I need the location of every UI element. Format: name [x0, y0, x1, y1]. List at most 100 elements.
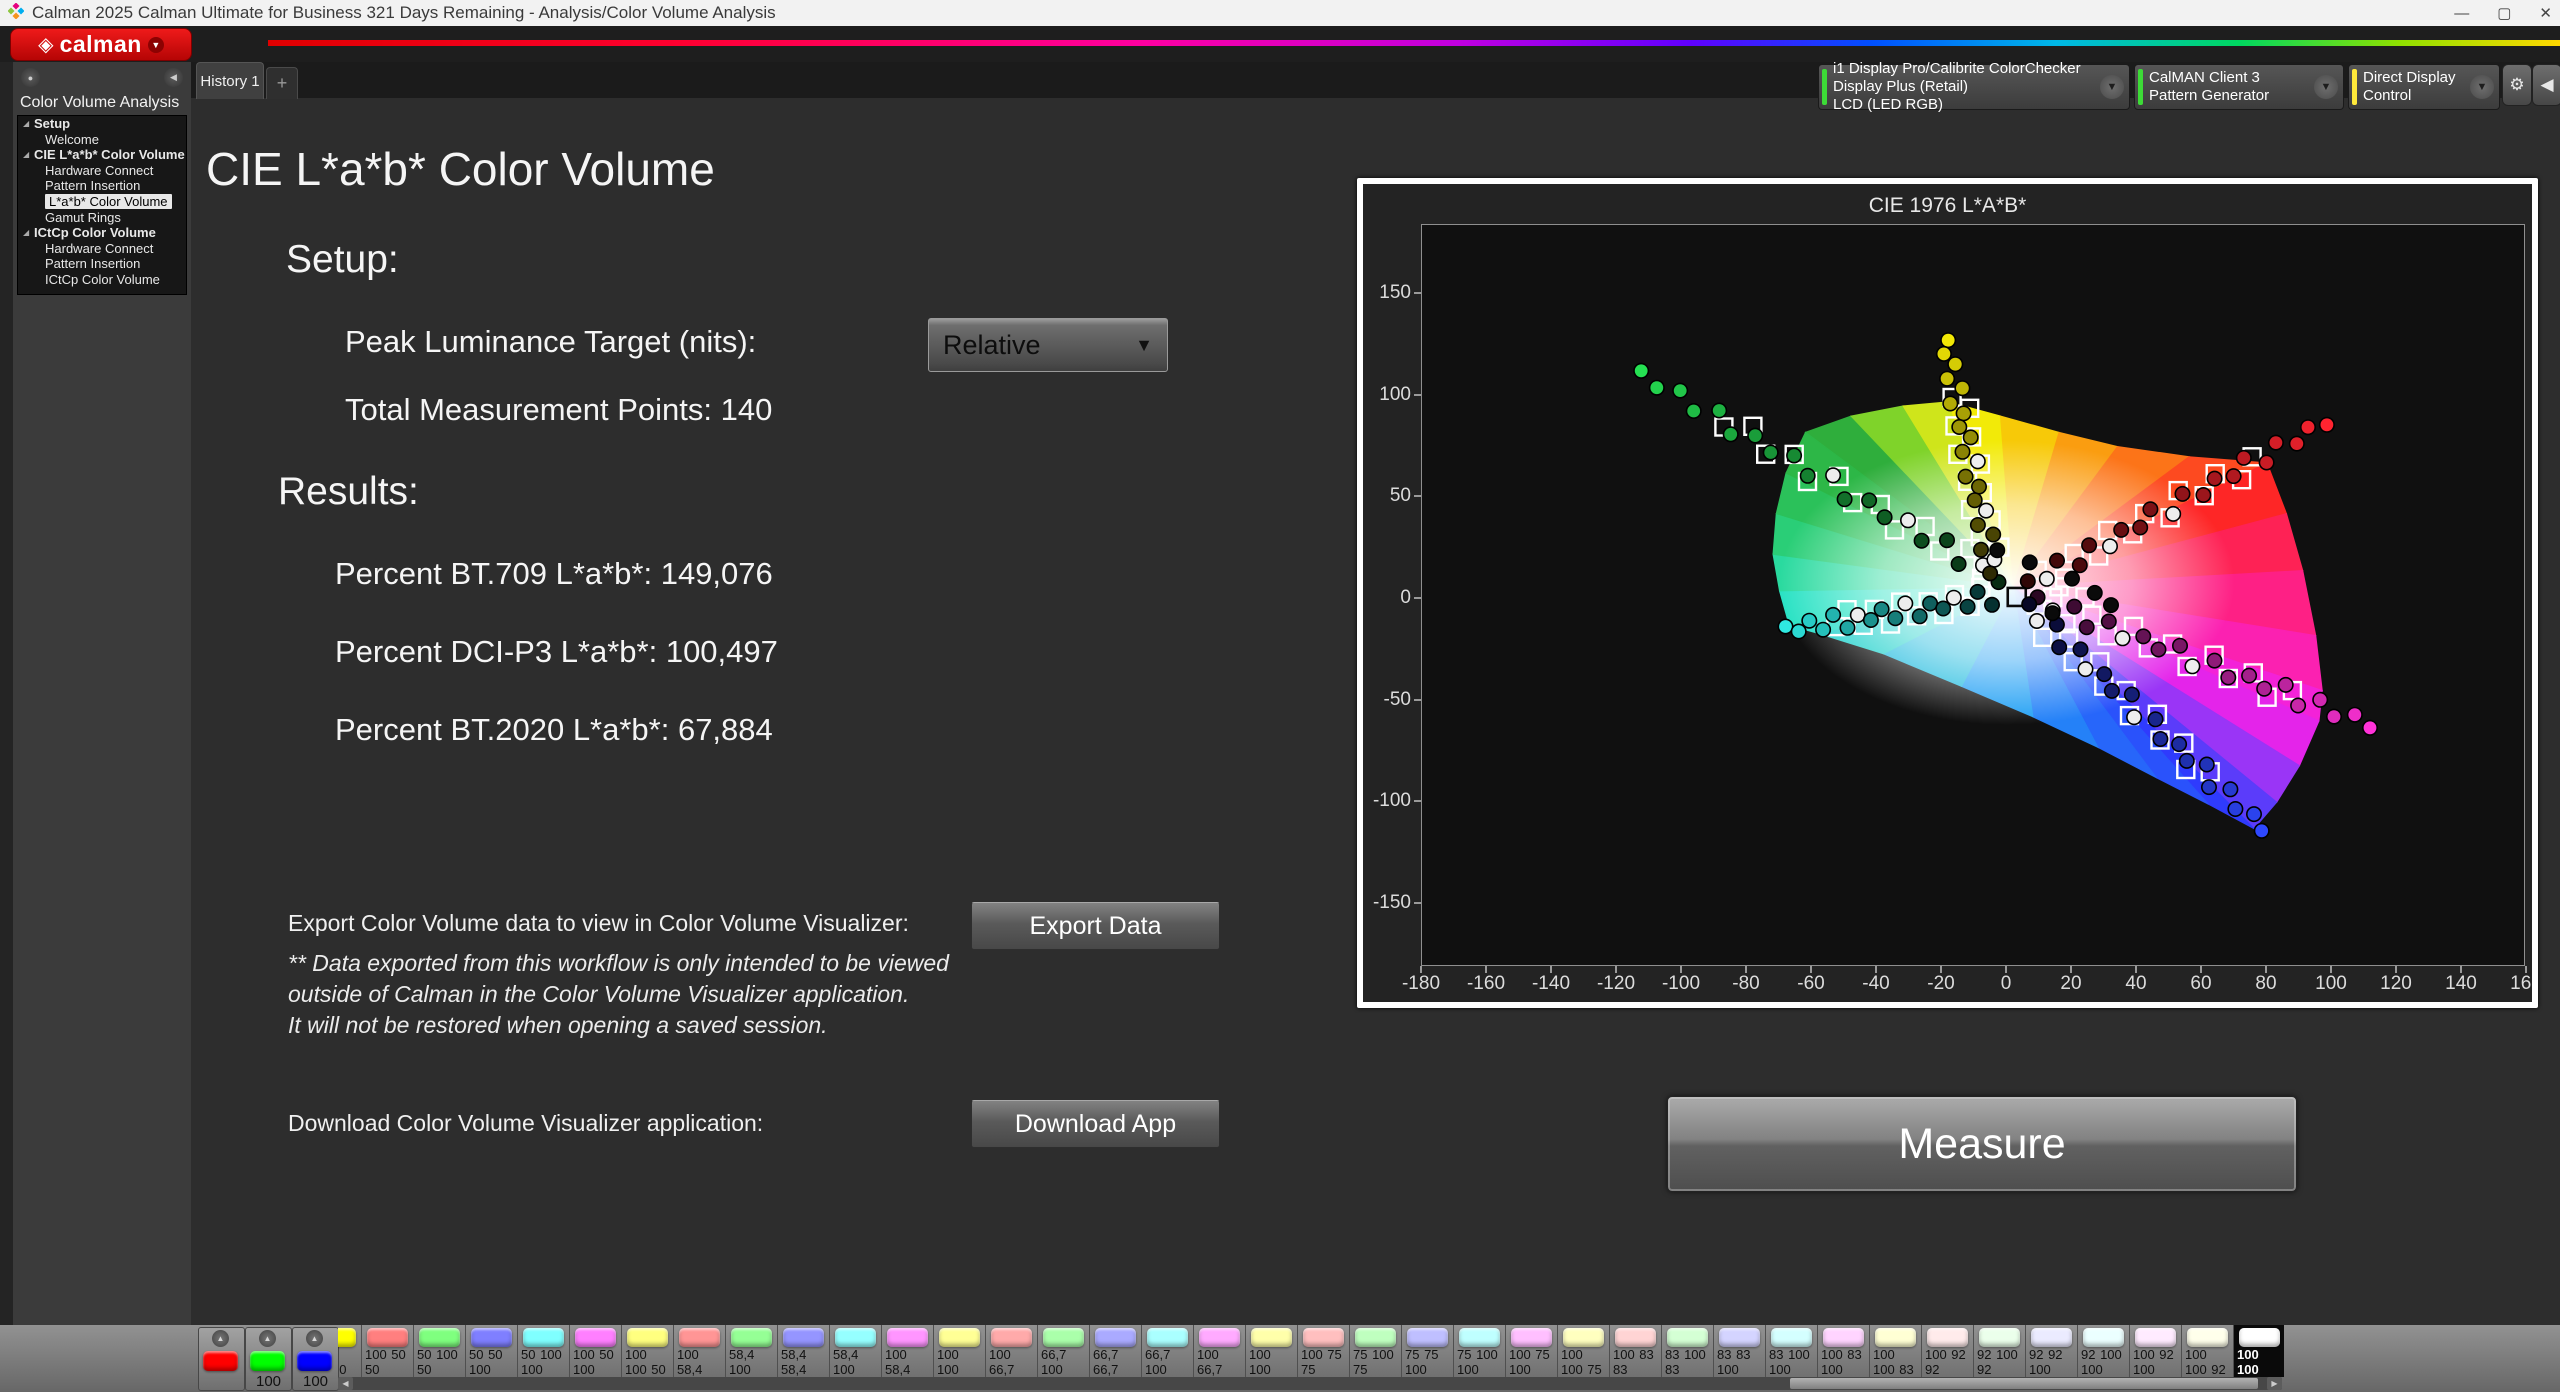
pattern-swatch[interactable]: 100 66,7 66,7: [986, 1325, 1038, 1377]
tab-history-1[interactable]: History 1: [196, 62, 264, 99]
results-heading: Results:: [278, 470, 419, 514]
pattern-swatch-label: 58,4 58,4 100: [781, 1348, 828, 1377]
tree-expander-icon[interactable]: ◢: [23, 225, 29, 241]
swatch-up-icon[interactable]: ▲: [259, 1330, 276, 1347]
pattern-swatch-label: 50 50 100: [469, 1348, 516, 1377]
pattern-swatch-label: 66,7 100 100: [1145, 1348, 1192, 1377]
sidebar-item-label: ICtCp Color Volume: [34, 225, 156, 240]
pattern-swatch[interactable]: 66,7 100 100: [1142, 1325, 1194, 1377]
sidebar-item-pattern-insertion[interactable]: Pattern Insertion: [18, 256, 186, 272]
display-status-indicator: [2352, 69, 2357, 105]
pattern-swatch-label: 83 83 100: [1717, 1348, 1764, 1377]
pattern-swatch[interactable]: 66,7 100 66,7: [1038, 1325, 1090, 1377]
pattern-swatch-label: 100 66,7 66,7: [989, 1348, 1036, 1377]
sidebar-item-welcome[interactable]: Welcome: [18, 132, 186, 148]
pattern-swatch[interactable]: 58,4 100 100: [830, 1325, 882, 1377]
pattern-swatch[interactable]: 50 50 100: [466, 1325, 518, 1377]
pattern-swatch[interactable]: 100 100 83: [1870, 1325, 1922, 1377]
peak-luminance-dropdown[interactable]: Relative ▼: [928, 318, 1168, 372]
page-title: CIE L*a*b* Color Volume: [206, 142, 715, 196]
export-data-button[interactable]: Export Data: [971, 902, 1220, 950]
close-icon[interactable]: ✕: [2539, 4, 2552, 22]
download-app-button[interactable]: Download App: [971, 1100, 1220, 1148]
pattern-swatch[interactable]: 100 83 100: [1818, 1325, 1870, 1377]
meter-status-indicator: [1822, 69, 1827, 105]
pattern-swatch[interactable]: 92 100 100: [2078, 1325, 2130, 1377]
pattern-swatch[interactable]: 100 66,7 100: [1194, 1325, 1246, 1377]
export-label: Export Color Volume data to view in Colo…: [288, 910, 909, 937]
pattern-swatch[interactable]: 100 92 100: [2130, 1325, 2182, 1377]
chevron-down-icon: ▼: [2314, 75, 2338, 99]
pattern-swatch[interactable]: 92 92 100: [2026, 1325, 2078, 1377]
pattern-swatch[interactable]: 100 75 75: [1298, 1325, 1350, 1377]
pattern-swatch-label: 50 100 50: [417, 1348, 464, 1377]
pattern-swatch[interactable]: 66,7 66,7 100: [1090, 1325, 1142, 1377]
sidebar-item-ictcp-color-volume[interactable]: ICtCp Color Volume: [18, 272, 186, 288]
pattern-swatch[interactable]: 58,4 100 58,4: [726, 1325, 778, 1377]
swatch-value: 100: [246, 1373, 291, 1390]
swatch-up-icon[interactable]: ▲: [212, 1330, 229, 1347]
fixed-swatch[interactable]: ▲ 100: [292, 1327, 339, 1391]
pattern-swatch[interactable]: 100 100 100: [2234, 1325, 2284, 1377]
pattern-swatch[interactable]: 100 92 92: [1922, 1325, 1974, 1377]
sidebar-item-setup[interactable]: ◢Setup: [18, 116, 186, 132]
pattern-swatch[interactable]: 100 100 50: [622, 1325, 674, 1377]
maximize-icon[interactable]: ▢: [2497, 4, 2511, 22]
pattern-swatch[interactable]: 100 58,4 100: [882, 1325, 934, 1377]
scroll-right-icon[interactable]: ▶: [2267, 1377, 2282, 1390]
sidebar-item-hardware-connect[interactable]: Hardware Connect: [18, 241, 186, 257]
pattern-generator-dropdown[interactable]: CalMAN Client 3 Pattern Generator ▼: [2134, 64, 2344, 110]
calman-menu-button[interactable]: ◈ calman ▼: [10, 28, 192, 61]
swatch-up-icon[interactable]: ▲: [306, 1330, 323, 1347]
sidebar-item-ictcp-color-volume[interactable]: ◢ ICtCp Color Volume: [18, 225, 186, 241]
pattern-swatch[interactable]: 100 100 66,7: [1246, 1325, 1298, 1377]
pattern-swatch[interactable]: 50 100 100: [518, 1325, 570, 1377]
pattern-swatch[interactable]: 75 100 100: [1454, 1325, 1506, 1377]
display-control-dropdown[interactable]: Direct Display Control ▼: [2348, 64, 2500, 110]
minimize-icon[interactable]: —: [2454, 5, 2469, 22]
pattern-swatch-label: 100 100 75: [1561, 1348, 1608, 1377]
pattern-swatch-label: 100 100 58,4: [937, 1348, 984, 1377]
fixed-swatch[interactable]: ▲: [198, 1327, 245, 1391]
scroll-left-icon[interactable]: ◀: [338, 1377, 353, 1390]
scrollbar-thumb[interactable]: [1790, 1378, 2258, 1389]
pattern-swatch-label: 100 58,4 100: [885, 1348, 932, 1377]
pattern-swatch[interactable]: 75 75 100: [1402, 1325, 1454, 1377]
tree-expander-icon[interactable]: ◢: [23, 147, 29, 163]
sidebar-item-l-a-b-color-volume[interactable]: L*a*b* Color Volume: [18, 194, 186, 210]
sidebar-item-hardware-connect[interactable]: Hardware Connect: [18, 163, 186, 179]
pattern-swatch[interactable]: 100 50 50: [362, 1325, 414, 1377]
pattern-swatch[interactable]: 100 100 0: [338, 1325, 362, 1377]
add-tab-button[interactable]: +: [266, 67, 298, 99]
pattern-swatch[interactable]: 83 100 100: [1766, 1325, 1818, 1377]
pattern-scrollbar[interactable]: ◀ ▶: [338, 1377, 2282, 1390]
sidebar-item-gamut-rings[interactable]: Gamut Rings: [18, 210, 186, 226]
pattern-swatch[interactable]: 83 100 83: [1662, 1325, 1714, 1377]
pattern-swatch-label: 58,4 100 100: [833, 1348, 880, 1377]
pattern-swatch[interactable]: 100 100 92: [2182, 1325, 2234, 1377]
sidebar-item-cie-l-a-b-color-volume[interactable]: ◢CIE L*a*b* Color Volume: [18, 147, 186, 163]
fixed-swatch[interactable]: ▲ 100: [245, 1327, 292, 1391]
pattern-swatch[interactable]: 83 83 100: [1714, 1325, 1766, 1377]
pattern-swatch[interactable]: 100 83 83: [1610, 1325, 1662, 1377]
collapse-sidebar-button[interactable]: ◀: [164, 68, 183, 87]
collapse-panel-button[interactable]: ◀: [2532, 64, 2560, 106]
pattern-swatch[interactable]: 100 100 75: [1558, 1325, 1610, 1377]
pattern-swatch[interactable]: 100 100 58,4: [934, 1325, 986, 1377]
pattern-swatch[interactable]: 92 100 92: [1974, 1325, 2026, 1377]
pattern-swatch-label: 100 100 66,7: [1249, 1348, 1296, 1377]
pattern-swatch[interactable]: 58,4 58,4 100: [778, 1325, 830, 1377]
sidebar-item-label: Pattern Insertion: [45, 178, 140, 193]
pattern-swatch[interactable]: 100 50 100: [570, 1325, 622, 1377]
pattern-swatch[interactable]: 50 100 50: [414, 1325, 466, 1377]
pattern-swatch[interactable]: 100 58,4 58,4: [674, 1325, 726, 1377]
result-bt2020: Percent BT.2020 L*a*b*: 67,884: [335, 712, 773, 748]
sidebar-item-pattern-insertion[interactable]: Pattern Insertion: [18, 178, 186, 194]
settings-button[interactable]: ⚙: [2502, 64, 2532, 106]
meter-dropdown[interactable]: i1 Display Pro/Calibrite ColorChecker Di…: [1818, 64, 2130, 110]
measure-button[interactable]: Measure: [1667, 1096, 2297, 1192]
pin-button[interactable]: ●: [21, 68, 40, 87]
tree-expander-icon[interactable]: ◢: [23, 116, 29, 132]
pattern-swatch[interactable]: 100 75 100: [1506, 1325, 1558, 1377]
pattern-swatch[interactable]: 75 100 75: [1350, 1325, 1402, 1377]
